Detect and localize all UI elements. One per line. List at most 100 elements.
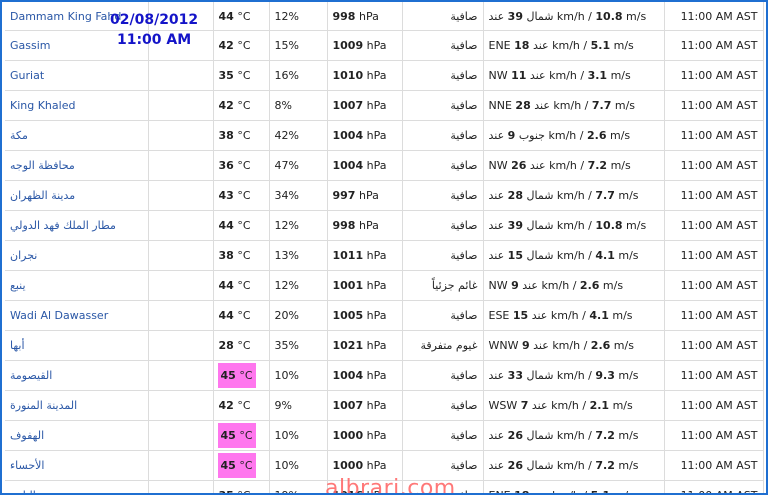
station-link[interactable]: القيصومة <box>10 369 52 382</box>
wind-kmh: 11 <box>511 69 527 82</box>
pressure-cell: 1011 hPa <box>327 240 403 271</box>
condition-cell: صافية <box>402 180 484 211</box>
station-link[interactable]: ينبع <box>10 279 26 292</box>
wind-kmh: 9 <box>511 279 519 292</box>
station-link[interactable]: Guriat <box>10 69 44 82</box>
humidity-cell: 15% <box>269 30 328 61</box>
station-cell: الهفوف <box>5 420 149 451</box>
station-link[interactable]: الباحة <box>10 489 36 493</box>
temperature-number: 42 <box>218 39 234 52</box>
wind-ms: 2.1 <box>589 399 610 412</box>
station-cell: الأحساء <box>5 450 149 481</box>
pressure-cell: 1005 hPa <box>327 300 403 331</box>
wind-separator: / <box>583 39 588 52</box>
station-link[interactable]: مدينة الظهران <box>10 189 75 202</box>
watermark-text: albrari.com <box>325 476 456 495</box>
condition-cell: صافية <box>402 60 484 91</box>
temperature-unit: °C <box>237 219 251 232</box>
temperature-number: 44 <box>218 309 234 322</box>
station-link[interactable]: مطار الملك فهد الدولي <box>10 219 116 232</box>
wind-ms: 4.1 <box>595 249 615 262</box>
table-row: المدينة المنورة 42 °C 9% 1007 hPa صافية … <box>5 390 764 421</box>
pressure-unit: hPa <box>366 339 387 352</box>
time-cell: 11:00 AM AST <box>664 420 764 451</box>
station-link[interactable]: مكة <box>10 129 28 142</box>
temperature-cell: 38 °C <box>213 120 270 151</box>
station-link[interactable]: الهفوف <box>10 429 44 442</box>
wind-direction: ENE <box>489 489 511 493</box>
station-link[interactable]: Dammam King Fahd <box>10 10 121 23</box>
temperature-unit: °C <box>237 189 251 202</box>
wind-kmh: 39 <box>507 219 523 232</box>
pressure-number: 1021 <box>332 339 364 352</box>
spacer-cell <box>148 360 214 391</box>
weather-rows: Dammam King Fahd 44 °C 12% 998 hPa صافية… <box>5 2 764 493</box>
wind-at-label: عند <box>533 489 549 493</box>
humidity-cell: 35% <box>269 330 328 361</box>
station-cell: نجران <box>5 240 149 271</box>
overlay-time: 11:00 AM <box>116 32 192 48</box>
spacer-cell <box>148 240 214 271</box>
ms-unit: m/s <box>618 369 639 382</box>
temperature-cell: 45 °C <box>213 420 270 451</box>
kmh-unit: km/h <box>556 189 585 202</box>
wind-ms: 10.8 <box>595 219 623 232</box>
ms-unit: m/s <box>612 399 633 412</box>
wind-cell: ESE 15 عند km/h / 4.1 m/s <box>483 300 665 331</box>
spacer-cell <box>148 390 214 421</box>
temperature-unit: °C <box>237 129 251 142</box>
station-link[interactable]: محافظة الوجه <box>10 159 75 172</box>
wind-kmh: 9 <box>507 129 516 142</box>
station-link[interactable]: King Khaled <box>10 99 75 112</box>
condition-cell: صافية <box>402 390 484 421</box>
station-link[interactable]: نجران <box>10 249 37 262</box>
wind-ms: 10.8 <box>595 9 623 23</box>
time-cell: 11:00 AM AST <box>664 30 764 61</box>
station-link[interactable]: Wadi Al Dawasser <box>10 309 108 322</box>
pressure-unit: hPa <box>366 39 387 52</box>
wind-at-label: عند <box>488 219 505 232</box>
weather-table: Dammam King Fahd 44 °C 12% 998 hPa صافية… <box>5 2 764 493</box>
humidity-cell: 10% <box>269 450 328 481</box>
wind-direction: شمال <box>526 249 554 262</box>
temperature-value: 38 °C <box>219 249 251 262</box>
wind-separator: / <box>583 339 588 352</box>
wind-kmh: 15 <box>507 249 523 262</box>
temperature-value: 44 °C <box>219 309 251 322</box>
station-cell: محافظة الوجه <box>5 150 149 181</box>
pressure-number: 1001 <box>332 279 364 292</box>
time-cell: 11:00 AM AST <box>664 360 764 391</box>
temperature-value: 44 °C <box>219 10 251 23</box>
kmh-unit: km/h <box>552 489 580 493</box>
time-cell: 11:00 AM AST <box>664 270 764 301</box>
wind-ms: 7.2 <box>595 459 615 472</box>
wind-direction: شمال <box>526 9 554 23</box>
station-link[interactable]: الأحساء <box>10 459 44 472</box>
temperature-unit: °C <box>237 69 251 82</box>
humidity-cell: 10% <box>269 420 328 451</box>
wind-kmh: 26 <box>507 459 523 472</box>
temperature-cell: 35 °C <box>213 480 270 493</box>
temperature-number: 38 <box>218 249 234 262</box>
pressure-cell: 1004 hPa <box>327 360 403 391</box>
wind-separator: / <box>588 369 592 382</box>
temperature-unit: °C <box>239 429 253 442</box>
station-link[interactable]: المدينة المنورة <box>10 399 77 412</box>
pressure-number: 1007 <box>332 99 364 112</box>
condition-cell: صافية <box>402 30 484 61</box>
wind-ms: 7.2 <box>587 159 608 172</box>
wind-separator: / <box>582 309 586 322</box>
wind-at-label: عند <box>532 39 549 52</box>
pressure-cell: 1010 hPa <box>327 60 403 91</box>
temperature-unit: °C <box>237 489 250 493</box>
pressure-number: 1007 <box>332 399 364 412</box>
temperature-cell: 35 °C <box>213 60 270 91</box>
temperature-cell: 36 °C <box>213 150 270 181</box>
table-row: الهفوف 45 °C 10% 1000 hPa صافية شمال 26 … <box>5 420 764 451</box>
station-link[interactable]: Gassim <box>10 39 51 52</box>
station-link[interactable]: أبها <box>10 339 25 352</box>
temperature-value: 42 °C <box>219 399 251 412</box>
ms-unit: m/s <box>610 159 631 172</box>
ms-unit: m/s <box>618 459 639 472</box>
ms-unit: m/s <box>610 69 631 82</box>
